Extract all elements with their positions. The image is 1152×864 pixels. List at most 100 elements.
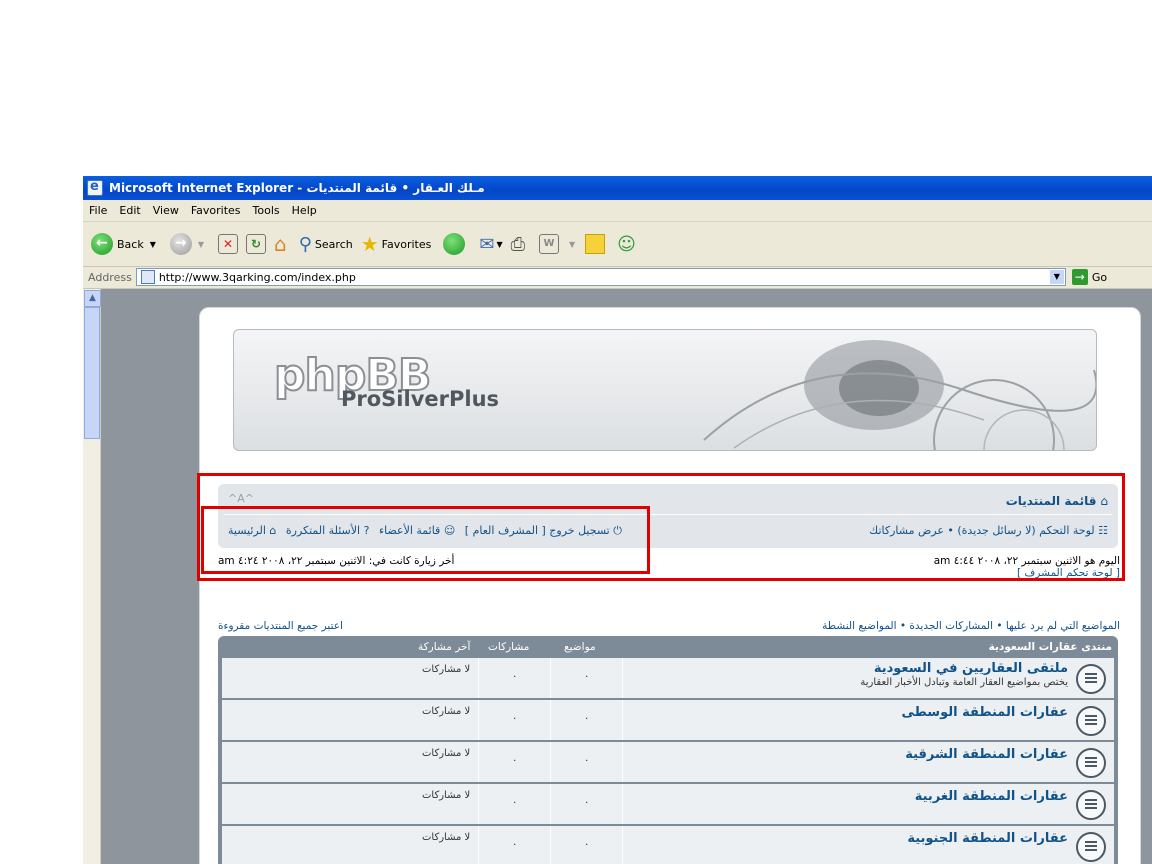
col-divider [550,700,551,740]
forum-read-icon [1076,664,1106,694]
vertical-scrollbar[interactable]: ▲ [83,289,101,864]
last-post: لا مشاركات [422,706,471,717]
last-post: لا مشاركات [422,664,471,675]
stop-icon: ✕ [218,234,239,254]
messenger-button[interactable]: ☺ [617,234,636,255]
favorites-button[interactable]: ★ Favorites [361,232,432,256]
print-icon: ⎙ [510,233,526,255]
scroll-thumb[interactable] [84,307,100,439]
menu-help[interactable]: Help [286,204,323,217]
ie-icon [87,179,103,196]
messenger-icon: ☺ [617,233,636,255]
category-title[interactable]: منتدى عقارات السعودية [989,641,1112,653]
go-label: Go [1091,270,1108,284]
stop-button[interactable]: ✕ [218,234,239,254]
address-input[interactable]: http://www.3qarking.com/index.php ▼ [135,268,1066,286]
unanswered-link[interactable]: المواضيع التي لم يرد عليها [1006,620,1120,632]
address-bar: Address http://www.3qarking.com/index.ph… [83,266,1152,289]
forward-button[interactable]: → ▼ [169,233,204,255]
search-button[interactable]: ⚲ Search [299,234,353,255]
active-topics-link[interactable]: المواضيع النشطة [822,620,896,632]
forum-read-icon [1076,706,1106,736]
scroll-up-icon[interactable]: ▲ [84,290,101,307]
forum-row[interactable]: ملتقى العقاريين في السعودية يختص بمواضيع… [222,658,1114,700]
col-last-post: آخر مشاركة [418,641,471,653]
forum-row[interactable]: عقارات المنطقة الغربية ٠ ٠ لا مشاركات [222,784,1114,826]
mail-dropdown-icon[interactable]: ▼ [496,240,502,249]
topic-count: ٠ [584,671,590,682]
post-count: ٠ [512,755,518,766]
col-divider [622,658,623,698]
refresh-button[interactable]: ↻ [246,234,267,254]
forum-list: منتدى عقارات السعودية مواضيع مشاركات آخر… [218,636,1118,864]
search-label: Search [314,237,353,251]
post-count: ٠ [512,839,518,850]
home-button[interactable]: ⌂ [274,232,287,256]
post-count: ٠ [512,797,518,808]
forum-read-icon [1076,748,1106,778]
menu-file[interactable]: File [83,204,113,217]
history-button[interactable] [443,233,466,255]
edit-dropdown-icon[interactable]: ▼ [569,240,575,249]
back-button[interactable]: ← Back ▼ [91,233,156,255]
col-divider [622,826,623,864]
forum-desc: يختص بمواضيع العقار العامة وتبادل الأخبا… [860,677,1068,688]
home-icon: ⌂ [274,232,287,256]
address-label: Address [88,270,132,284]
col-divider [478,826,479,864]
forum-title[interactable]: ملتقى العقاريين في السعودية [874,661,1068,676]
forum-row[interactable]: عقارات المنطقة الشرقية ٠ ٠ لا مشاركات [222,742,1114,784]
col-divider [550,826,551,864]
menu-edit[interactable]: Edit [113,204,146,217]
forum-page: phpBB ProSilverPlus ⌂ قائمة المنتديات ^A… [199,307,1141,864]
forward-dropdown-icon[interactable]: ▼ [198,240,204,249]
history-icon [443,233,466,255]
forum-row[interactable]: عقارات المنطقة الجنوبية ٠ ٠ لا مشاركات [222,826,1114,864]
forward-arrow-icon: → [169,233,192,255]
menu-favorites[interactable]: Favorites [185,204,247,217]
forum-row[interactable]: عقارات المنطقة الوسطى ٠ ٠ لا مشاركات [222,700,1114,742]
last-post: لا مشاركات [422,832,471,843]
print-button[interactable]: ⎙ [511,234,525,255]
edit-word-button[interactable]: W ▼ [539,234,575,254]
favorites-star-icon: ★ [360,232,379,256]
mail-button[interactable]: ✉ ▼ [479,234,502,255]
favorites-label: Favorites [381,237,432,251]
logo-swirl-art [703,340,1096,450]
forum-read-icon [1076,790,1106,820]
forum-title[interactable]: عقارات المنطقة الجنوبية [907,831,1068,846]
col-divider [550,742,551,782]
forum-title[interactable]: عقارات المنطقة الشرقية [905,747,1068,762]
address-dropdown-icon[interactable]: ▼ [1049,270,1064,284]
back-label: Back [117,237,144,251]
col-divider [478,742,479,782]
forum-title[interactable]: عقارات المنطقة الغربية [915,789,1068,804]
menu-view[interactable]: View [147,204,185,217]
search-links: المواضيع التي لم يرد عليها • المشاركات ا… [822,620,1120,632]
highlight-box-inner [201,506,650,574]
back-dropdown-icon[interactable]: ▼ [150,240,156,249]
go-button[interactable]: → Go [1071,269,1108,285]
mail-icon: ✉ [479,233,495,255]
mark-read-link[interactable]: اعتبر جميع المنتديات مقروءة [218,620,343,632]
word-icon: W [539,234,560,254]
menu-tools[interactable]: Tools [247,204,286,217]
col-topics: مواضيع [564,641,596,653]
topic-count: ٠ [584,797,590,808]
address-url: http://www.3qarking.com/index.php [158,270,356,284]
col-divider [550,784,551,824]
col-divider [550,658,551,698]
last-post: لا مشاركات [422,790,471,801]
discuss-button[interactable] [585,234,606,254]
col-posts: مشاركات [488,641,530,653]
last-post: لا مشاركات [422,748,471,759]
col-divider [478,658,479,698]
window-title: مـلك العـقار • قائمة المنتديات - Microso… [109,181,485,195]
site-logo[interactable]: phpBB ProSilverPlus [233,329,1097,451]
note-icon [585,234,606,254]
new-posts-link[interactable]: المشاركات الجديدة [909,620,993,632]
search-icon: ⚲ [298,233,312,255]
forum-title[interactable]: عقارات المنطقة الوسطى [901,705,1068,720]
forum-read-icon [1076,832,1106,862]
col-divider [478,700,479,740]
